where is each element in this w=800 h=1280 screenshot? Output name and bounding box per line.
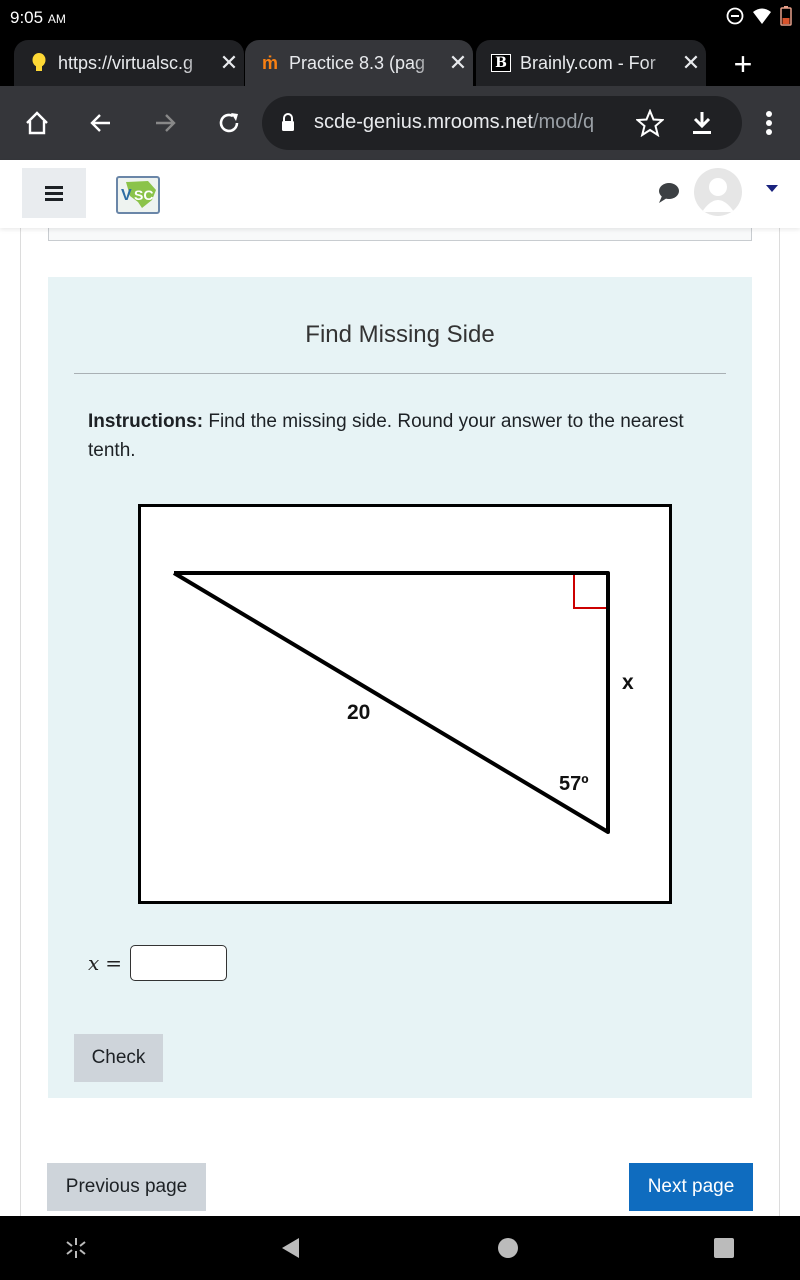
- battery-icon: [780, 6, 792, 26]
- tab-practice[interactable]: ṁ Practice 8.3 (pag ✕: [245, 40, 473, 86]
- divider: [74, 373, 726, 374]
- wifi-icon: [753, 8, 771, 24]
- menu-toggle-button[interactable]: [22, 168, 86, 218]
- answer-input[interactable]: [130, 945, 228, 981]
- new-tab-button[interactable]: +: [728, 46, 758, 83]
- svg-text:SC: SC: [134, 187, 153, 203]
- browser-toolbar: scde-genius.mrooms.net/mod/q: [0, 86, 800, 160]
- back-nav-button[interactable]: [278, 1236, 302, 1260]
- answer-variable: x: [88, 951, 100, 975]
- moodle-icon: ṁ: [261, 52, 278, 73]
- url-path: /mod/q: [532, 111, 595, 133]
- accessibility-button[interactable]: [64, 1236, 88, 1260]
- close-tab-icon[interactable]: ✕: [443, 50, 473, 76]
- ampm-text: AM: [47, 12, 66, 26]
- home-icon: [26, 111, 48, 135]
- forward-button[interactable]: [148, 106, 182, 140]
- reload-button[interactable]: [212, 106, 246, 140]
- time-text: 9:05: [10, 8, 44, 27]
- status-bar: 9:05 AM: [0, 0, 800, 36]
- svg-text:V: V: [121, 187, 132, 204]
- user-avatar[interactable]: [694, 168, 742, 216]
- do-not-disturb-icon: [726, 7, 744, 25]
- tab-brainly[interactable]: B Brainly.com - For ✕: [476, 40, 706, 86]
- back-button[interactable]: [84, 106, 118, 140]
- triangle-shape: [172, 571, 610, 834]
- equals-sign: =: [105, 951, 123, 975]
- chat-bubble-icon[interactable]: [656, 182, 680, 204]
- recents-square-icon: [714, 1238, 734, 1258]
- download-icon[interactable]: [690, 110, 714, 136]
- next-page-button[interactable]: Next page: [629, 1163, 753, 1211]
- close-tab-icon[interactable]: ✕: [214, 50, 244, 76]
- home-circle-icon: [498, 1238, 518, 1258]
- site-header: V SC: [0, 160, 800, 228]
- recents-nav-button[interactable]: [712, 1236, 736, 1260]
- url-host: scde-genius.mrooms.net: [314, 111, 533, 133]
- url-text: scde-genius.mrooms.net/mod/q: [314, 111, 594, 134]
- vsc-logo-icon: V SC: [121, 181, 156, 208]
- system-nav-bar: [0, 1216, 800, 1280]
- lightbulb-icon: [28, 53, 50, 73]
- hamburger-icon: [45, 186, 63, 201]
- side-x-label: x: [622, 671, 634, 694]
- triangle-diagram: 20 57º x: [172, 571, 634, 834]
- hypotenuse-label: 20: [347, 701, 370, 724]
- reload-icon: [219, 113, 239, 133]
- tab-title: Brainly.com - For: [520, 52, 656, 73]
- check-button[interactable]: Check: [74, 1034, 163, 1082]
- close-tab-icon[interactable]: ✕: [676, 50, 706, 76]
- more-vert-icon: [766, 111, 772, 135]
- accessibility-icon: [66, 1238, 86, 1258]
- more-menu-button[interactable]: [752, 106, 786, 140]
- right-angle-marker: [573, 575, 606, 609]
- status-time: 9:05 AM: [10, 8, 66, 28]
- back-arrow-icon: [90, 114, 110, 132]
- tab-strip: https://virtualsc.g ✕ ṁ Practice 8.3 (pa…: [0, 36, 800, 86]
- triangle-figure: 20 57º x: [138, 504, 672, 904]
- brainly-icon: B: [490, 54, 512, 72]
- home-button[interactable]: [20, 106, 54, 140]
- lock-icon: [282, 113, 294, 131]
- site-logo[interactable]: V SC: [116, 176, 160, 214]
- instructions: Instructions: Find the missing side. Rou…: [88, 407, 708, 465]
- tab-title: https://virtualsc.g: [58, 52, 194, 73]
- address-bar[interactable]: scde-genius.mrooms.net/mod/q: [262, 96, 742, 150]
- tab-title: Practice 8.3 (pag: [289, 52, 426, 73]
- user-silhouette-icon: [702, 178, 734, 212]
- question-title: Find Missing Side: [305, 321, 495, 348]
- previous-page-button[interactable]: Previous page: [47, 1163, 206, 1211]
- answer-row: x =: [88, 945, 228, 981]
- bookmark-star-icon[interactable]: [636, 109, 664, 137]
- user-menu-dropdown[interactable]: [766, 185, 778, 192]
- home-nav-button[interactable]: [496, 1236, 520, 1260]
- back-triangle-icon: [282, 1238, 299, 1258]
- previous-content-box: [48, 228, 752, 241]
- tab-virtualsc[interactable]: https://virtualsc.g ✕: [14, 40, 244, 86]
- instructions-label: Instructions:: [88, 411, 204, 432]
- question-panel: Find Missing Side Instructions: Find the…: [48, 277, 752, 1098]
- angle-label: 57º: [559, 773, 589, 795]
- forward-arrow-icon: [156, 114, 176, 132]
